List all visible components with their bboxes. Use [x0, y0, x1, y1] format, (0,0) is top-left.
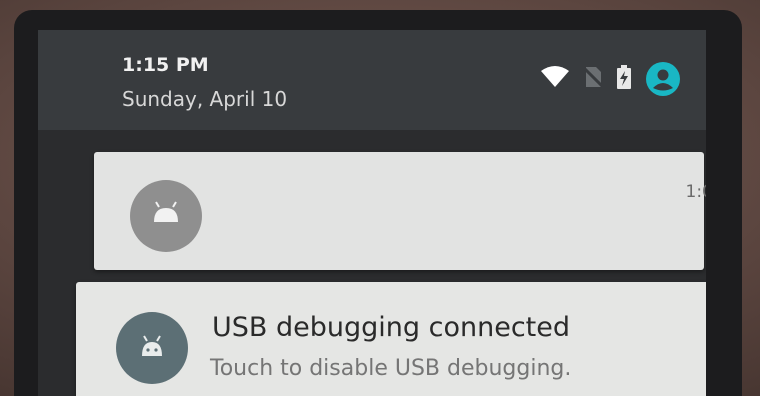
clock-date[interactable]: Sunday, April 10	[122, 87, 287, 111]
notification-title: USB debugging connected	[212, 312, 571, 343]
usb-debugging-notification[interactable]: USB debugging connected Touch to disable…	[76, 282, 706, 396]
battery-charging-icon	[616, 65, 632, 93]
clock-time: 1:15 PM	[122, 54, 209, 76]
wifi-icon	[540, 66, 570, 92]
android-icon	[116, 312, 188, 384]
notification-shade: 1:15 PM Sunday, April 10 1: USB debuggin…	[38, 30, 706, 396]
status-icons	[540, 62, 680, 96]
notification-body: Touch to disable USB debugging.	[210, 356, 572, 381]
android-icon	[130, 180, 202, 252]
notification-card[interactable]: 1:08 PM	[94, 152, 707, 270]
quick-settings-header[interactable]: 1:15 PM Sunday, April 10	[38, 30, 706, 130]
phone-bezel: 1:15 PM Sunday, April 10 1: USB debuggin…	[14, 10, 742, 396]
user-avatar-icon[interactable]	[646, 62, 680, 96]
no-sim-icon	[582, 66, 604, 92]
notification-time: 1:08 PM	[685, 182, 707, 202]
